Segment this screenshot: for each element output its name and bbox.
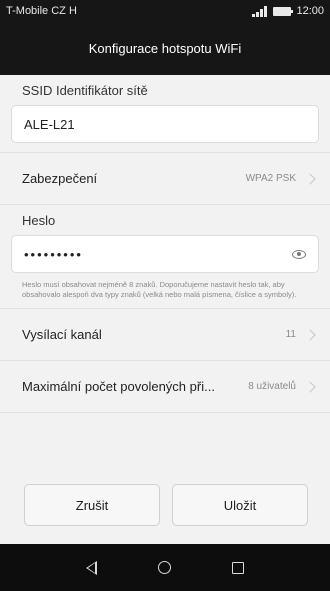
home-icon[interactable] bbox=[157, 561, 171, 574]
channel-value: 11 bbox=[285, 329, 296, 340]
ssid-input[interactable]: ALE-L21 bbox=[11, 105, 319, 143]
chevron-right-icon bbox=[304, 172, 316, 185]
password-hint: Heslo musí obsahovat nejméně 8 znaků. Do… bbox=[0, 273, 330, 309]
divider bbox=[0, 143, 330, 153]
back-icon[interactable] bbox=[85, 560, 97, 575]
ssid-value: ALE-L21 bbox=[24, 116, 75, 132]
security-label: Zabezpečení bbox=[22, 171, 98, 186]
carrier-name: T-Mobile CZ H bbox=[6, 5, 77, 17]
security-value: WPA2 PSK bbox=[245, 173, 296, 184]
signal-icon bbox=[252, 5, 268, 17]
status-icons: 12:00 bbox=[252, 5, 324, 17]
page-title: Konfigurace hotspotu WiFi bbox=[88, 41, 242, 56]
action-buttons: Zrušit Uložit bbox=[0, 484, 330, 526]
status-bar: T-Mobile CZ H 12:00 bbox=[0, 0, 330, 22]
eye-icon[interactable] bbox=[292, 249, 306, 259]
cancel-button[interactable]: Zrušit bbox=[24, 484, 160, 526]
recent-apps-icon[interactable] bbox=[232, 561, 245, 574]
password-input[interactable]: ••••••••• bbox=[11, 235, 319, 273]
hotspot-settings: SSID Identifikátor sítě ALE-L21 Zabezpeč… bbox=[0, 75, 330, 413]
ssid-label: SSID Identifikátor sítě bbox=[22, 83, 148, 98]
max-users-label: Maximální počet povolených při... bbox=[22, 379, 215, 394]
clock: 12:00 bbox=[296, 5, 324, 17]
security-row[interactable]: Zabezpečení WPA2 PSK bbox=[0, 153, 330, 205]
chevron-right-icon bbox=[304, 380, 316, 393]
password-value: ••••••••• bbox=[24, 246, 83, 262]
save-button[interactable]: Uložit bbox=[172, 484, 308, 526]
max-users-row[interactable]: Maximální počet povolených při... 8 uživ… bbox=[0, 361, 330, 413]
channel-row[interactable]: Vysílací kanál 11 bbox=[0, 309, 330, 361]
channel-label: Vysílací kanál bbox=[22, 327, 102, 342]
battery-icon bbox=[273, 6, 294, 16]
navigation-bar bbox=[0, 544, 330, 591]
page-header: Konfigurace hotspotu WiFi bbox=[0, 22, 330, 75]
max-users-value: 8 uživatelů bbox=[248, 381, 296, 392]
chevron-right-icon bbox=[304, 328, 316, 341]
password-label: Heslo bbox=[22, 213, 56, 228]
